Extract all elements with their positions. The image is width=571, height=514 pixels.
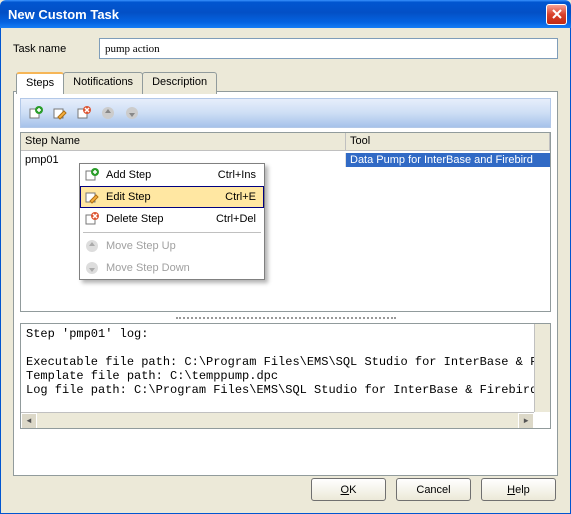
menu-edit-shortcut: Ctrl+E [225,191,256,203]
taskname-row: Task name [13,38,558,59]
splitter[interactable] [20,314,551,321]
menu-delete-step[interactable]: Delete Step Ctrl+Del [80,208,264,230]
tab-row: Steps Notifications Description [16,72,216,94]
menu-add-shortcut: Ctrl+Ins [218,169,256,181]
cell-tool: Data Pump for InterBase and Firebird [346,153,550,167]
col-tool[interactable]: Tool [346,133,550,150]
ok-button[interactable]: OK [311,478,386,501]
up-icon [84,238,100,254]
dialog-footer: OK Cancel Help [311,478,556,501]
dialog-body: Task name Steps Notifications Descriptio… [0,28,571,514]
menu-add-label: Add Step [106,169,212,181]
context-menu: Add Step Ctrl+Ins Edit Step Ctrl+E Delet… [79,163,265,280]
tabs-panel: Steps Notifications Description Step Nam… [13,91,558,476]
menu-move-down: Move Step Down [80,257,264,279]
log-panel: Step 'pmp01' log: Executable file path: … [20,323,551,429]
menu-delete-shortcut: Ctrl+Del [216,213,256,225]
tab-steps[interactable]: Steps [16,72,64,94]
toolbar-move-down[interactable] [122,103,142,123]
menu-movedown-label: Move Step Down [106,262,256,274]
menu-edit-label: Edit Step [106,191,219,203]
toolbar-delete-step[interactable] [74,103,94,123]
menu-delete-label: Delete Step [106,213,210,225]
edit-icon [84,189,100,205]
close-button[interactable] [546,4,567,25]
scroll-right-icon[interactable]: ► [518,413,534,429]
menu-moveup-label: Move Step Up [106,240,256,252]
menu-separator [83,232,261,233]
cancel-button[interactable]: Cancel [396,478,471,501]
menu-move-up: Move Step Up [80,235,264,257]
col-stepname[interactable]: Step Name [21,133,346,150]
steps-grid: Step Name Tool pmp01 Data Pump for Inter… [20,132,551,312]
down-icon [84,260,100,276]
help-button[interactable]: Help [481,478,556,501]
menu-edit-step[interactable]: Edit Step Ctrl+E [80,186,264,208]
add-icon [84,167,100,183]
tab-description[interactable]: Description [142,72,217,94]
window-title: New Custom Task [8,7,546,22]
log-content: Step 'pmp01' log: Executable file path: … [21,324,550,400]
log-vscroll[interactable] [534,324,550,412]
title-bar: New Custom Task [0,0,571,28]
taskname-input[interactable] [99,38,558,59]
toolbar-add-step[interactable] [26,103,46,123]
menu-add-step[interactable]: Add Step Ctrl+Ins [80,164,264,186]
log-hscroll[interactable]: ◄ ► [21,412,534,428]
toolbar-edit-step[interactable] [50,103,70,123]
scroll-left-icon[interactable]: ◄ [21,413,37,429]
delete-icon [84,211,100,227]
toolbar-move-up[interactable] [98,103,118,123]
tab-notifications[interactable]: Notifications [63,72,143,94]
grid-header: Step Name Tool [21,133,550,151]
taskname-label: Task name [13,43,83,55]
steps-toolbar [20,98,551,128]
